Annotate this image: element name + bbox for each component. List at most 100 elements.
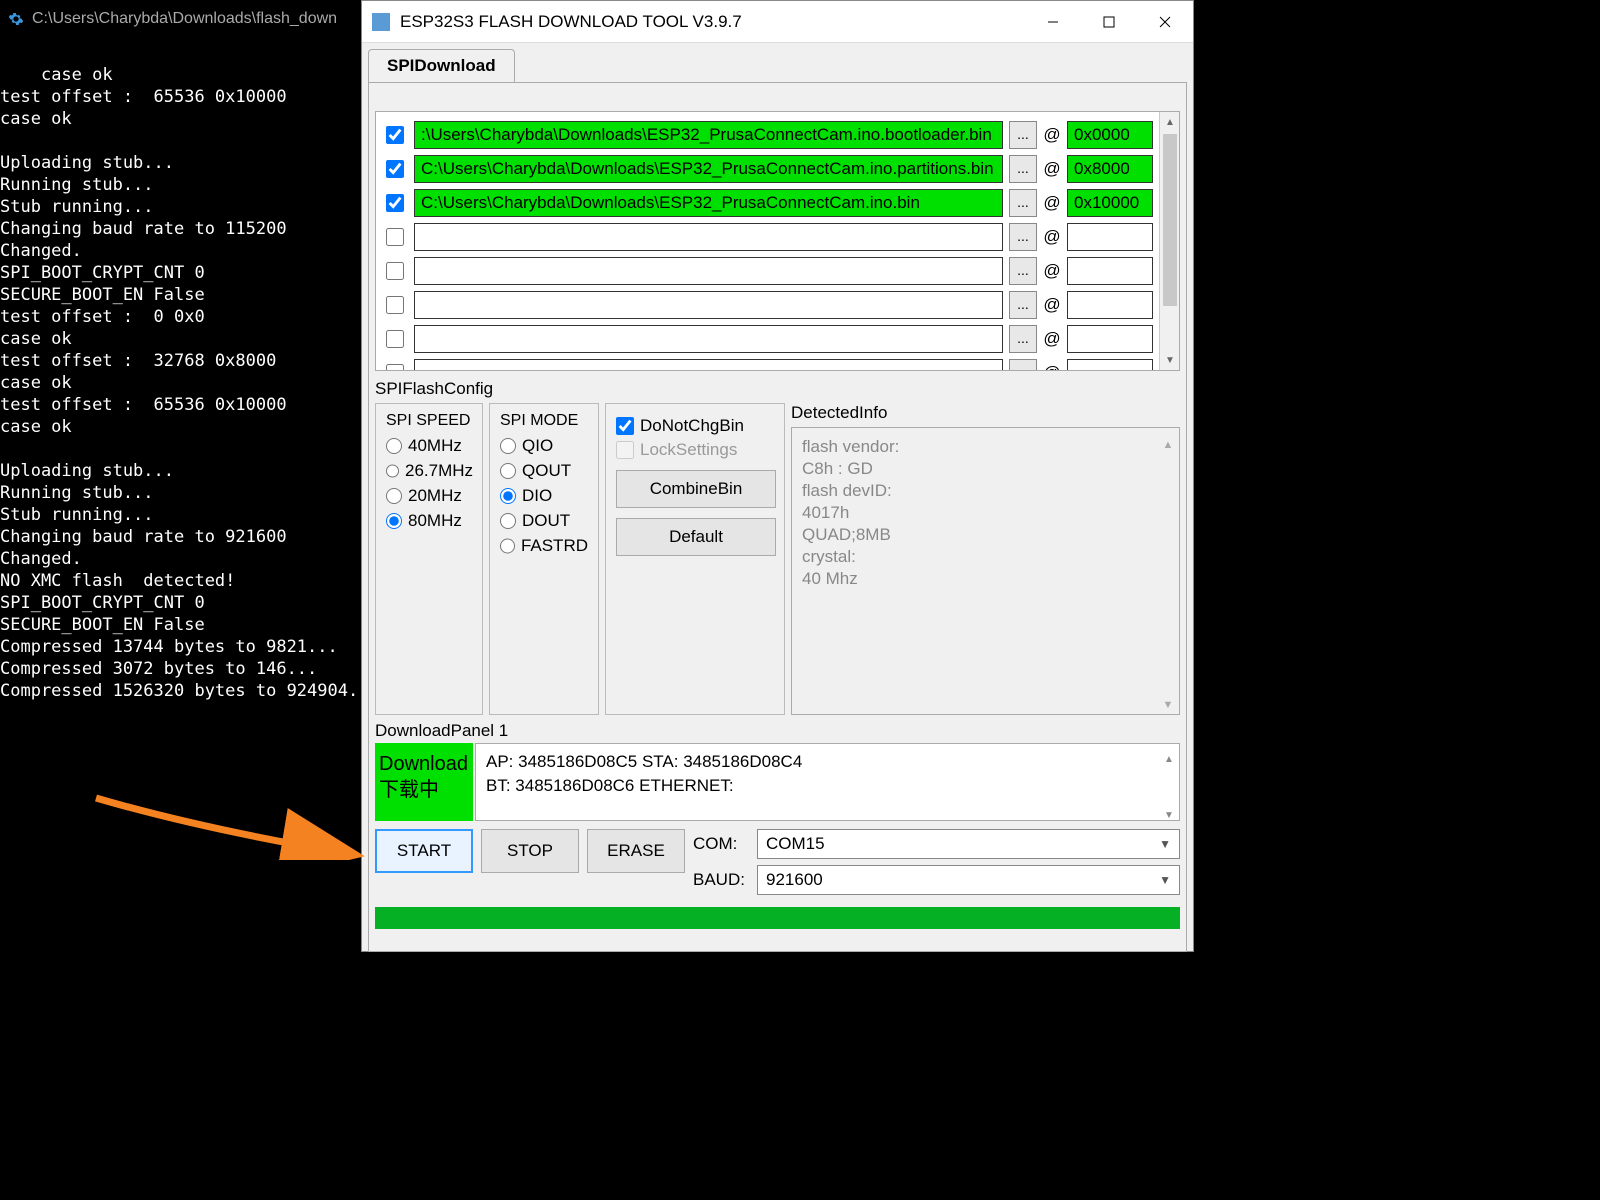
scroll-down-icon[interactable]: ▼: [1161, 694, 1175, 708]
chevron-down-icon: ▼: [1159, 873, 1171, 887]
file-path-input[interactable]: C:\Users\Charybda\Downloads\ESP32_PrusaC…: [414, 189, 1003, 217]
file-path-input[interactable]: [414, 325, 1003, 353]
scroll-down-icon[interactable]: ▼: [1163, 804, 1175, 816]
file-enable-checkbox[interactable]: [386, 330, 404, 348]
file-address-input[interactable]: 0x10000: [1067, 189, 1153, 217]
config-title: SPIFlashConfig: [375, 375, 1180, 403]
tab-spidownload[interactable]: SPIDownload: [368, 49, 515, 83]
scroll-up-icon[interactable]: ▲: [1163, 748, 1175, 760]
file-row: C:\Users\Charybda\Downloads\ESP32_PrusaC…: [382, 186, 1153, 220]
spi-mode-group: SPI MODE QIO QOUT DIO DOUT FASTRD: [489, 403, 599, 715]
combinebin-button[interactable]: CombineBin: [616, 470, 776, 508]
start-button[interactable]: START: [375, 829, 473, 873]
file-path-input[interactable]: :\Users\Charybda\Downloads\ESP32_PrusaCo…: [414, 121, 1003, 149]
file-row: ...@: [382, 288, 1153, 322]
maximize-button[interactable]: [1081, 1, 1137, 42]
file-enable-checkbox[interactable]: [386, 160, 404, 178]
spi-mode-option[interactable]: DIO: [500, 486, 588, 506]
options-group: DoNotChgBin LockSettings CombineBin Defa…: [605, 403, 785, 715]
file-address-input[interactable]: [1067, 359, 1153, 371]
spi-mode-option[interactable]: QIO: [500, 436, 588, 456]
file-enable-checkbox[interactable]: [386, 262, 404, 280]
file-browse-button[interactable]: ...: [1009, 291, 1037, 319]
file-address-input[interactable]: 0x8000: [1067, 155, 1153, 183]
donotchgbin-checkbox[interactable]: DoNotChgBin: [616, 416, 774, 436]
at-symbol: @: [1043, 193, 1061, 213]
com-label: COM:: [693, 834, 747, 854]
file-address-input[interactable]: [1067, 325, 1153, 353]
at-symbol: @: [1043, 159, 1061, 179]
file-rows-scrollbar[interactable]: ▲ ▼: [1159, 112, 1179, 370]
file-path-input[interactable]: [414, 257, 1003, 285]
file-rows-panel: :\Users\Charybda\Downloads\ESP32_PrusaCo…: [375, 111, 1180, 371]
file-enable-checkbox[interactable]: [386, 228, 404, 246]
minimize-button[interactable]: [1025, 1, 1081, 42]
tab-bar: SPIDownload: [362, 43, 1193, 83]
baud-label: BAUD:: [693, 870, 747, 890]
file-browse-button[interactable]: ...: [1009, 121, 1037, 149]
spi-speed-option[interactable]: 20MHz: [386, 486, 472, 506]
spi-mode-option[interactable]: QOUT: [500, 461, 588, 481]
spi-speed-title: SPI SPEED: [386, 412, 472, 430]
erase-button[interactable]: ERASE: [587, 829, 685, 873]
download-status: Download 下载中: [375, 743, 473, 821]
download-info: AP: 3485186D08C5 STA: 3485186D08C4 BT: 3…: [475, 743, 1180, 821]
file-path-input[interactable]: C:\Users\Charybda\Downloads\ESP32_PrusaC…: [414, 155, 1003, 183]
file-enable-checkbox[interactable]: [386, 296, 404, 314]
progress-bar: [375, 907, 1180, 929]
main-titlebar: ESP32S3 FLASH DOWNLOAD TOOL V3.9.7: [362, 1, 1193, 43]
window-title: ESP32S3 FLASH DOWNLOAD TOOL V3.9.7: [400, 12, 742, 32]
spi-mode-option[interactable]: FASTRD: [500, 536, 588, 556]
file-row: C:\Users\Charybda\Downloads\ESP32_PrusaC…: [382, 152, 1153, 186]
file-enable-checkbox[interactable]: [386, 126, 404, 144]
locksettings-checkbox[interactable]: LockSettings: [616, 440, 774, 460]
spi-mode-option[interactable]: DOUT: [500, 511, 588, 531]
file-row: ...@: [382, 322, 1153, 356]
control-row: START STOP ERASE COM: COM15 ▼ BAUD: 9216…: [375, 829, 1180, 901]
scroll-thumb[interactable]: [1163, 134, 1177, 306]
flash-tool-window: ESP32S3 FLASH DOWNLOAD TOOL V3.9.7 SPIDo…: [361, 0, 1194, 952]
spi-flash-config: SPIFlashConfig SPI SPEED 40MHz 26.7MHz 20M…: [375, 375, 1180, 715]
spi-speed-option[interactable]: 26.7MHz: [386, 461, 472, 481]
download-panel: Download 下载中 AP: 3485186D08C5 STA: 34851…: [375, 743, 1180, 821]
file-path-input[interactable]: [414, 359, 1003, 371]
app-icon: [372, 13, 390, 31]
scroll-up-icon[interactable]: ▲: [1161, 434, 1175, 448]
detected-info-text: flash vendor: C8h : GD flash devID: 4017…: [791, 427, 1180, 715]
file-address-input[interactable]: [1067, 223, 1153, 251]
at-symbol: @: [1043, 363, 1061, 371]
spi-speed-option[interactable]: 40MHz: [386, 436, 472, 456]
file-browse-button[interactable]: ...: [1009, 223, 1037, 251]
default-button[interactable]: Default: [616, 518, 776, 556]
file-address-input[interactable]: [1067, 291, 1153, 319]
spi-mode-title: SPI MODE: [500, 412, 588, 430]
file-enable-checkbox[interactable]: [386, 194, 404, 212]
file-address-input[interactable]: 0x0000: [1067, 121, 1153, 149]
file-enable-checkbox[interactable]: [386, 364, 404, 371]
gear-icon: [8, 11, 24, 27]
stop-button[interactable]: STOP: [481, 829, 579, 873]
file-row: ... @: [382, 220, 1153, 254]
file-browse-button[interactable]: ...: [1009, 189, 1037, 217]
file-browse-button[interactable]: ...: [1009, 155, 1037, 183]
file-address-input[interactable]: [1067, 257, 1153, 285]
baud-select[interactable]: 921600 ▼: [757, 865, 1180, 895]
file-row: ...@: [382, 254, 1153, 288]
at-symbol: @: [1043, 227, 1061, 247]
close-button[interactable]: [1137, 1, 1193, 42]
chevron-down-icon: ▼: [1159, 837, 1171, 851]
file-browse-button[interactable]: ...: [1009, 325, 1037, 353]
console-title: C:\Users\Charybda\Downloads\flash_down: [32, 10, 337, 28]
com-select[interactable]: COM15 ▼: [757, 829, 1180, 859]
at-symbol: @: [1043, 125, 1061, 145]
file-path-input[interactable]: [414, 223, 1003, 251]
spi-speed-group: SPI SPEED 40MHz 26.7MHz 20MHz 80MHz: [375, 403, 483, 715]
spi-speed-option[interactable]: 80MHz: [386, 511, 472, 531]
scroll-down-icon[interactable]: ▼: [1160, 350, 1180, 370]
file-browse-button[interactable]: ...: [1009, 359, 1037, 371]
detected-info-group: DetectedInfo flash vendor: C8h : GD flas…: [791, 403, 1180, 715]
file-path-input[interactable]: [414, 291, 1003, 319]
scroll-up-icon[interactable]: ▲: [1160, 112, 1180, 132]
file-row: ... @: [382, 356, 1153, 371]
file-browse-button[interactable]: ...: [1009, 257, 1037, 285]
